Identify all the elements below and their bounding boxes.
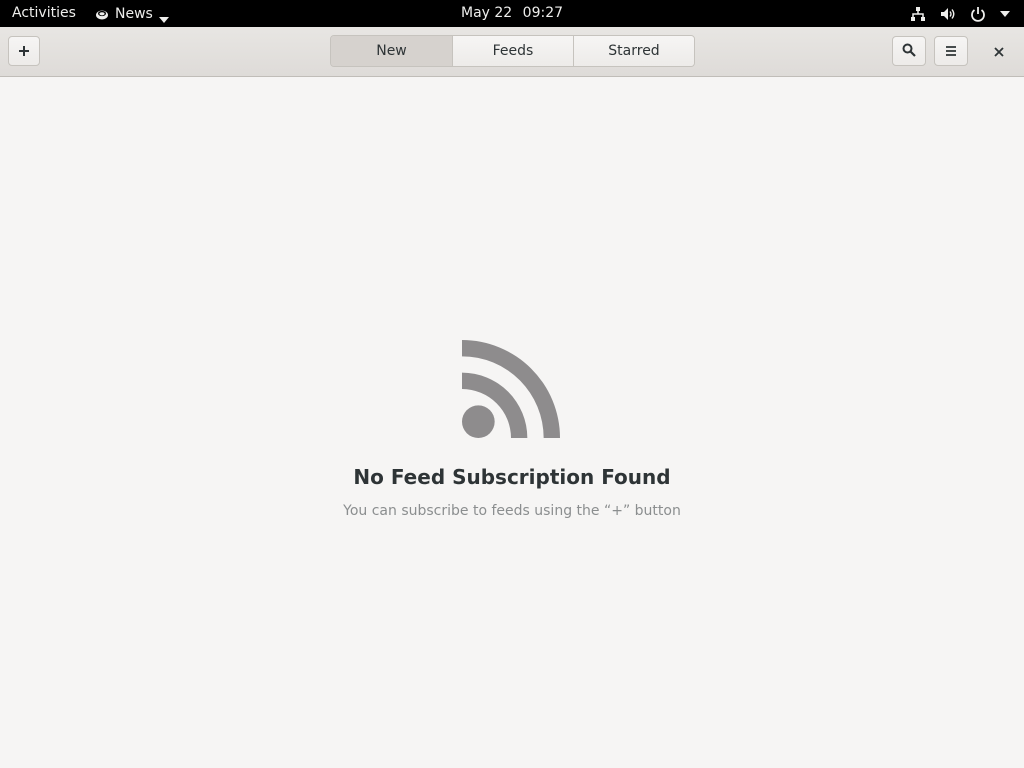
clock-date: May 22 (460, 5, 513, 21)
network-icon (910, 6, 926, 22)
main-content: No Feed Subscription Found You can subsc… (0, 78, 1024, 768)
search-icon (902, 42, 916, 61)
header-bar: New Feeds Starred (0, 27, 1024, 77)
volume-icon (940, 6, 956, 22)
system-top-bar: Activities News May 22 09:27 (0, 0, 1024, 27)
empty-state-title: No Feed Subscription Found (353, 465, 671, 489)
close-window-button[interactable] (984, 36, 1014, 66)
clock-time: 09:27 (522, 5, 564, 21)
tab-feeds[interactable]: Feeds (452, 36, 573, 66)
main-menu-button[interactable] (934, 36, 968, 66)
chevron-down-icon (1000, 10, 1010, 17)
search-button[interactable] (892, 36, 926, 66)
add-feed-button[interactable] (8, 36, 40, 66)
hamburger-menu-icon (945, 42, 957, 61)
power-icon (970, 6, 986, 22)
tab-starred[interactable]: Starred (573, 36, 694, 66)
clock-button[interactable]: May 22 09:27 (0, 0, 1024, 27)
rss-feed-icon (462, 340, 560, 438)
plus-icon (18, 42, 30, 61)
close-icon (994, 42, 1004, 61)
system-tray[interactable] (910, 0, 1010, 27)
empty-state-subtitle: You can subscribe to feeds using the “+”… (343, 503, 681, 519)
tab-new[interactable]: New (331, 36, 452, 66)
view-switcher: New Feeds Starred (330, 35, 695, 67)
